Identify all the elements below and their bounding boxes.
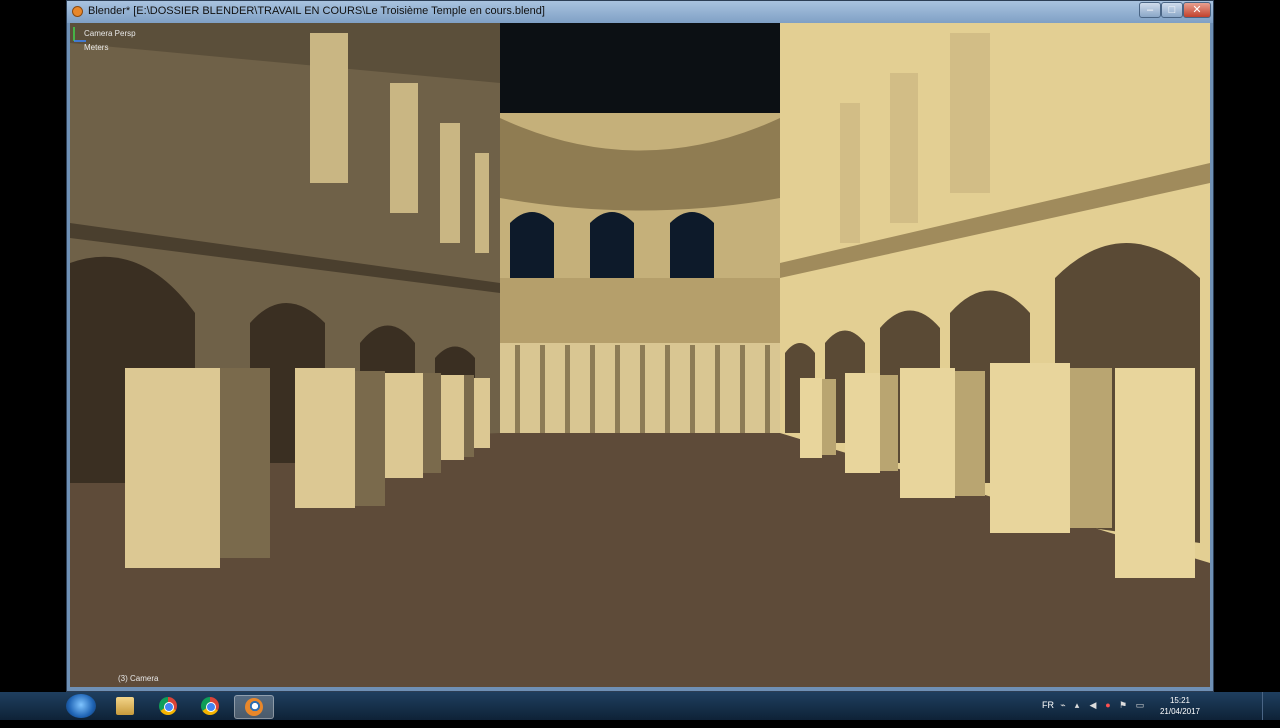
explorer-taskbar-button[interactable] (108, 695, 140, 717)
back-balcony (500, 278, 780, 343)
maximize-button[interactable]: □ (1161, 2, 1183, 18)
axis-gizmo-icon (73, 27, 86, 42)
blender-taskbar-button[interactable] (234, 695, 274, 719)
blender-window: Blender* [E:\DOSSIER BLENDER\TRAVAIL EN … (66, 0, 1214, 692)
viewport-camera-label: Camera Persp (84, 29, 136, 38)
title-bar[interactable]: Blender* [E:\DOSSIER BLENDER\TRAVAIL EN … (67, 1, 1213, 23)
folder-icon (116, 697, 134, 715)
start-button[interactable] (66, 694, 96, 718)
clock-date[interactable]: 21/04/2017 (1155, 707, 1205, 716)
app-tray-icon[interactable]: ● (1103, 700, 1113, 710)
chrome-icon (201, 697, 219, 715)
active-object-label: (3) Camera (118, 674, 159, 683)
back-arch-openings (510, 212, 714, 283)
clock-time[interactable]: 15:21 (1160, 696, 1200, 705)
blender-icon (72, 6, 83, 17)
show-desktop-button[interactable] (1262, 692, 1277, 720)
left-letterbox (0, 0, 66, 720)
volume-icon[interactable]: ◀ (1088, 700, 1098, 710)
language-indicator[interactable]: FR (1042, 700, 1054, 728)
blender-icon (245, 698, 263, 716)
network-icon[interactable]: ⌁ (1058, 700, 1068, 710)
tray-expand-icon[interactable]: ▴ (1072, 700, 1082, 710)
chrome-taskbar-button-2[interactable] (193, 695, 225, 717)
scene-render (70, 23, 1210, 687)
right-letterbox (1214, 0, 1280, 720)
flag-icon[interactable]: ⚑ (1118, 700, 1128, 710)
chrome-icon (159, 697, 177, 715)
window-title: Blender* [E:\DOSSIER BLENDER\TRAVAIL EN … (88, 5, 545, 17)
close-button[interactable]: ✕ (1183, 2, 1211, 18)
windows-taskbar: FR ⌁ ▴ ◀ ● ⚑ ▭ 15:21 21/04/2017 (0, 692, 1280, 720)
chrome-taskbar-button[interactable] (151, 695, 183, 717)
3d-viewport[interactable]: Camera Persp Meters (3) Camera (70, 23, 1210, 687)
monitor-icon[interactable]: ▭ (1135, 700, 1145, 710)
minimize-button[interactable]: – (1139, 2, 1161, 18)
